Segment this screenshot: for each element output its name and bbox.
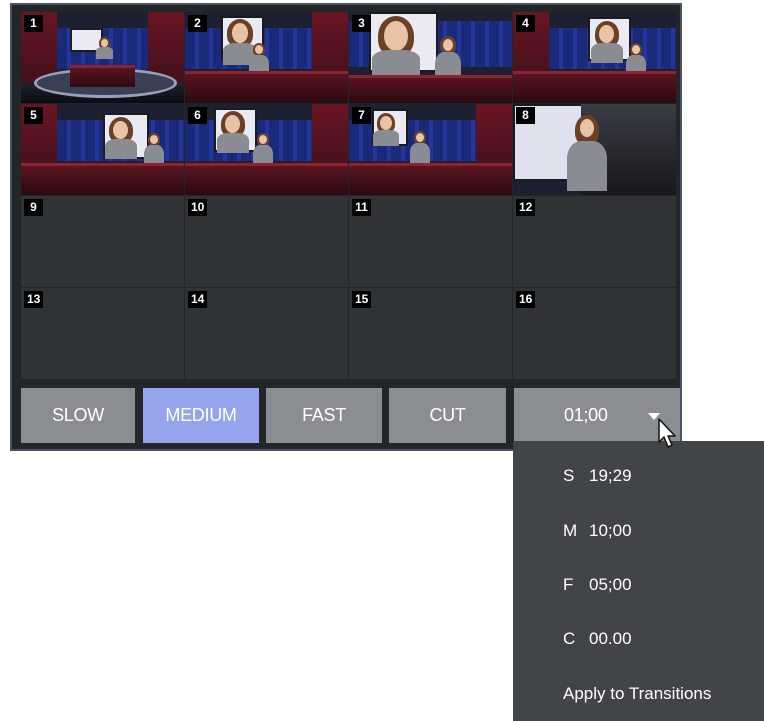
preset-number: 1 [24, 15, 43, 32]
preset-cell-15[interactable]: 15 [349, 288, 512, 379]
preset-number: 3 [352, 15, 371, 32]
preset-number: 10 [188, 199, 208, 216]
preset-cell-8[interactable]: 8 [513, 104, 676, 195]
menu-item-medium[interactable]: M 10;00 [563, 521, 632, 541]
medium-button[interactable]: MEDIUM [143, 388, 259, 443]
preset-number: 11 [352, 199, 371, 216]
preset-number: 7 [352, 107, 371, 124]
preset-cell-10[interactable]: 10 [185, 196, 348, 287]
menu-item-value: 19;29 [589, 466, 632, 485]
studio-thumbnail [349, 104, 512, 195]
menu-item-slow[interactable]: S 19;29 [563, 466, 632, 486]
studio-thumbnail [349, 12, 512, 103]
preset-cell-13[interactable]: 13 [21, 288, 184, 379]
menu-item-value: 00.00 [589, 629, 632, 648]
slow-button[interactable]: SLOW [21, 388, 135, 443]
transition-panel: 1 2 3 4 5 6 7 8 9 10 11 12 13 14 15 16 S… [10, 3, 682, 451]
preset-cell-1[interactable]: 1 [21, 12, 184, 103]
preset-cell-6[interactable]: 6 [185, 104, 348, 195]
mouse-pointer-icon [658, 418, 676, 448]
studio-thumbnail [185, 12, 348, 103]
preset-number: 14 [188, 291, 208, 308]
preset-number: 2 [188, 15, 207, 32]
preset-number: 9 [24, 199, 43, 216]
studio-thumbnail [513, 12, 676, 103]
menu-item-key: C [563, 629, 576, 648]
preset-cell-16[interactable]: 16 [513, 288, 676, 379]
menu-item-key: S [563, 466, 575, 485]
fast-button[interactable]: FAST [266, 388, 382, 443]
menu-item-value: 10;00 [589, 521, 632, 540]
preset-number: 16 [516, 291, 536, 308]
menu-item-cut[interactable]: C 00.00 [563, 629, 632, 649]
duration-dropdown[interactable]: 01;00 [514, 388, 680, 443]
preset-number: 8 [516, 107, 535, 124]
menu-item-key: F [563, 575, 574, 594]
studio-thumbnail [513, 104, 676, 195]
menu-item-value: 05;00 [589, 575, 632, 594]
preset-cell-7[interactable]: 7 [349, 104, 512, 195]
preset-number: 4 [516, 15, 535, 32]
menu-item-fast[interactable]: F 05;00 [563, 575, 632, 595]
preset-number: 6 [188, 107, 207, 124]
apply-to-transitions-item[interactable]: Apply to Transitions [563, 684, 711, 704]
preset-number: 15 [352, 291, 372, 308]
preset-cell-3[interactable]: 3 [349, 12, 512, 103]
studio-thumbnail [21, 12, 184, 103]
preset-cell-2[interactable]: 2 [185, 12, 348, 103]
preset-cell-5[interactable]: 5 [21, 104, 184, 195]
preset-cell-14[interactable]: 14 [185, 288, 348, 379]
preset-cell-12[interactable]: 12 [513, 196, 676, 287]
preset-number: 5 [24, 107, 43, 124]
preset-grid: 1 2 3 4 5 6 7 8 9 10 11 12 13 14 15 16 [21, 12, 676, 379]
preset-cell-11[interactable]: 11 [349, 196, 512, 287]
duration-value: 01;00 [564, 405, 608, 425]
preset-cell-4[interactable]: 4 [513, 12, 676, 103]
cut-button[interactable]: CUT [389, 388, 506, 443]
preset-number: 12 [516, 199, 536, 216]
duration-menu: S 19;29 M 10;00 F 05;00 C 00.00 Apply to Tra… [513, 441, 764, 721]
menu-item-key: M [563, 521, 578, 540]
studio-thumbnail [185, 104, 348, 195]
preset-cell-9[interactable]: 9 [21, 196, 184, 287]
studio-thumbnail [21, 104, 184, 195]
preset-number: 13 [24, 291, 44, 308]
